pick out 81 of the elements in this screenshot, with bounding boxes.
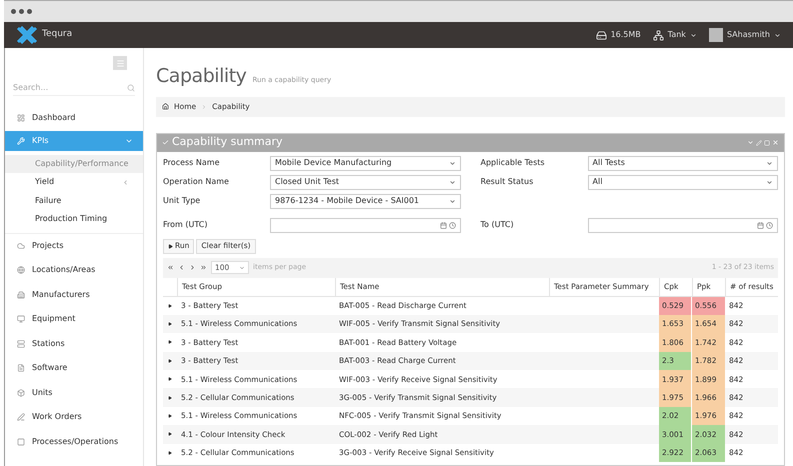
- filter-dropdown[interactable]: Closed Unit Test: [270, 174, 460, 190]
- globe-icon: [17, 266, 25, 274]
- caret-icon: [239, 264, 245, 270]
- date-field[interactable]: [588, 218, 778, 232]
- network-icon: [652, 30, 664, 40]
- app-name: Tequra: [42, 28, 72, 42]
- caret-icon: [448, 178, 456, 186]
- filter-label: Result Status: [480, 176, 534, 188]
- dashboard-icon: [17, 114, 25, 122]
- menu-icon: [116, 58, 124, 68]
- monitor-icon: [17, 315, 25, 324]
- pen-icon: [17, 413, 25, 422]
- expand-row-icon[interactable]: [168, 450, 172, 455]
- caret-icon: [448, 160, 456, 166]
- caret-icon: [774, 32, 781, 38]
- date-label: To (UTC): [480, 219, 515, 231]
- file-icon: [17, 364, 25, 372]
- filter-label: Operation Name: [163, 176, 230, 188]
- cloud-icon: [17, 242, 25, 250]
- box-icon: [17, 388, 25, 397]
- search-icon: [127, 84, 135, 92]
- expand-row-icon[interactable]: [168, 304, 172, 308]
- square-icon: [17, 438, 25, 446]
- building-icon: [17, 290, 25, 299]
- sidebar-item[interactable]: Equipment: [5, 307, 143, 332]
- filter-dropdown[interactable]: All: [588, 174, 778, 190]
- panel-title: Capability summary: [172, 134, 283, 150]
- sidebar-item[interactable]: Stations: [5, 332, 143, 356]
- filter-dropdown[interactable]: Mobile Device Manufacturing: [270, 156, 460, 170]
- date-field[interactable]: [270, 218, 460, 232]
- sidebar-item[interactable]: Work Orders: [5, 405, 143, 430]
- filter-label: Applicable Tests: [480, 157, 546, 169]
- date-label: From (UTC): [163, 219, 208, 231]
- last-page-icon[interactable]: [200, 264, 207, 271]
- caret-icon: [766, 178, 773, 186]
- sidebar-item[interactable]: Dashboard: [5, 106, 143, 130]
- avatar-placeholder: [708, 28, 723, 42]
- sidebar-item[interactable]: Software: [5, 356, 143, 380]
- wrench-icon: [17, 136, 25, 144]
- site-menu[interactable]: Tank: [652, 29, 697, 41]
- sidebar-subitem[interactable]: Production Timing: [5, 210, 143, 228]
- caret-icon: [766, 160, 773, 166]
- expand-row-icon[interactable]: [168, 432, 172, 436]
- filter-dropdown[interactable]: All Tests: [588, 156, 778, 170]
- caret-icon: [448, 198, 456, 204]
- clock-icon: [448, 222, 456, 228]
- expand-row-icon[interactable]: [168, 377, 172, 382]
- calendar-icon: [757, 222, 764, 228]
- caret-icon: [690, 32, 697, 38]
- sidebar-subitem[interactable]: Yield: [5, 173, 143, 192]
- sidebar-item[interactable]: Units: [5, 380, 143, 405]
- memory-usage: 16.5MB: [610, 29, 641, 41]
- first-page-icon[interactable]: [167, 264, 174, 271]
- expand-row-icon[interactable]: [168, 414, 172, 418]
- server-icon: [17, 340, 25, 348]
- drive-icon: [596, 30, 607, 40]
- previous-page-icon[interactable]: [178, 264, 185, 271]
- next-page-icon[interactable]: [189, 264, 196, 271]
- filter-dropdown[interactable]: 9876-1234 - Mobile Device - SAI001: [270, 194, 460, 208]
- sidebar-item[interactable]: Projects: [5, 234, 143, 258]
- expand-row-icon[interactable]: [168, 358, 172, 363]
- sidebar-subitem[interactable]: Failure: [5, 192, 143, 210]
- home-icon: [162, 103, 169, 110]
- expand-row-icon[interactable]: [168, 322, 172, 326]
- logo-icon: [16, 26, 38, 44]
- page-title: Capability: [156, 64, 246, 89]
- search-field[interactable]: Search...: [13, 82, 113, 94]
- filter-label: Process Name: [163, 157, 220, 169]
- calendar-icon: [440, 222, 446, 228]
- clock-icon: [766, 222, 773, 228]
- play-icon: [168, 244, 173, 248]
- user-menu[interactable]: SAhasmith: [708, 28, 781, 42]
- expand-row-icon[interactable]: [168, 396, 172, 400]
- check-icon: [162, 139, 169, 146]
- sidebar-item[interactable]: Manufacturers: [5, 282, 143, 307]
- sidebar-item[interactable]: Processes/Operations: [5, 430, 143, 454]
- filter-label: Unit Type: [163, 195, 202, 207]
- separator-icon: [201, 104, 208, 110]
- sidebar-item[interactable]: Locations/Areas: [5, 258, 143, 282]
- menu-toggle-button[interactable]: [113, 56, 127, 70]
- expand-row-icon[interactable]: [168, 340, 172, 344]
